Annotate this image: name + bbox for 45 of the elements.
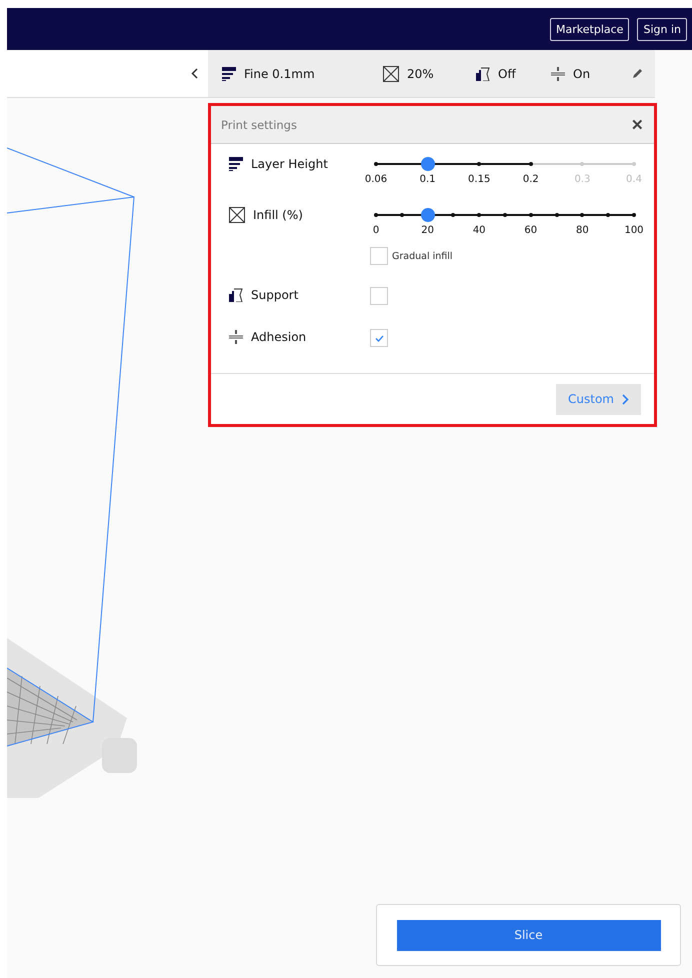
tick-label: 0.1 xyxy=(420,174,436,185)
tick-label: 0.15 xyxy=(468,174,490,185)
tick-label: 60 xyxy=(524,225,538,236)
layers-icon xyxy=(229,157,243,171)
setting-summary[interactable]: 20% xyxy=(383,66,476,82)
infill-icon xyxy=(383,66,399,82)
close-button[interactable]: ✕ xyxy=(631,116,644,134)
slider-track[interactable] xyxy=(376,207,634,223)
pencil-icon[interactable] xyxy=(632,68,643,79)
tick-label: 0 xyxy=(372,225,380,236)
check-icon xyxy=(374,334,384,342)
tick-label: 40 xyxy=(472,225,486,236)
tick-label: 0.4 xyxy=(626,174,642,185)
header-button[interactable]: Sign in xyxy=(637,18,687,40)
setting-summary[interactable]: Fine 0.1mm xyxy=(222,66,383,80)
collapse-chevron-icon[interactable] xyxy=(191,68,198,79)
checkbox[interactable] xyxy=(370,247,388,265)
adhesion-icon xyxy=(229,330,243,344)
chevron-right-icon xyxy=(622,394,629,404)
slice-button[interactable]: Slice xyxy=(396,920,660,950)
slider-thumb[interactable] xyxy=(420,208,435,222)
infill-icon xyxy=(229,207,245,223)
setting-label: Support xyxy=(251,288,298,302)
tick-label: 80 xyxy=(576,225,589,236)
header-button[interactable]: Marketplace xyxy=(550,18,630,40)
checkbox[interactable] xyxy=(370,329,388,347)
checkbox-label: Gradual infill xyxy=(392,250,453,262)
slider-thumb[interactable] xyxy=(420,157,435,171)
tick-label: 100 xyxy=(624,225,644,236)
setting-label: Infill (%) xyxy=(253,208,303,222)
tick-label: 0.06 xyxy=(364,174,388,185)
checkbox[interactable] xyxy=(370,287,388,305)
tick-label: 20 xyxy=(421,225,434,236)
panel-title: Print settings xyxy=(221,118,297,132)
tick-label: 0.3 xyxy=(574,174,590,185)
support-icon xyxy=(229,288,243,302)
setting-label: Layer Height xyxy=(251,157,328,171)
tick-label: 0.2 xyxy=(522,174,539,185)
setting-summary[interactable]: Off xyxy=(476,66,551,80)
setting-summary[interactable]: On xyxy=(551,66,611,80)
adhesion-icon xyxy=(551,66,565,80)
slider-track[interactable] xyxy=(376,156,634,172)
layers-icon xyxy=(222,66,236,80)
setting-label: Adhesion xyxy=(251,330,306,344)
support-icon xyxy=(476,66,490,80)
